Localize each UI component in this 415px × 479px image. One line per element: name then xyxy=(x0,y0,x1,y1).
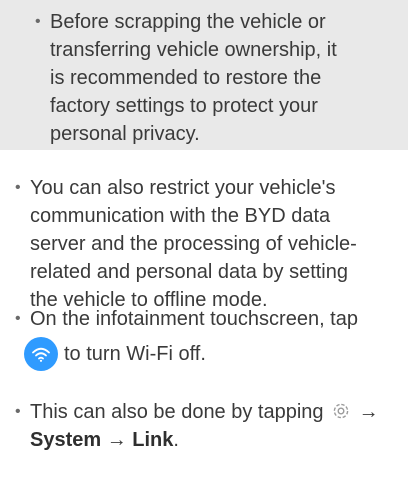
end-punctuation: . xyxy=(173,429,179,451)
link-label: Link xyxy=(132,429,174,451)
settings-path-bullet: • This can also be done by tapping → Sys… xyxy=(15,398,410,454)
note-bullet: • Before scrapping the vehicle or transf… xyxy=(35,8,350,148)
settings-path-prefix: This can also be done by tapping xyxy=(30,401,324,423)
offline-mode-text: You can also restrict your vehicle's com… xyxy=(30,177,357,311)
bullet-dot: • xyxy=(15,179,21,196)
arrow: → xyxy=(358,401,379,423)
wifi-off-prefix: On the infotainment touchscreen, tap xyxy=(30,308,358,330)
system-label: System xyxy=(30,429,102,451)
offline-mode-bullet: • You can also restrict your vehicle's c… xyxy=(15,174,360,314)
wifi-off-suffix: to turn Wi-Fi off. xyxy=(64,343,206,365)
wifi-icon xyxy=(24,337,58,371)
note-text: Before scrapping the vehicle or transfer… xyxy=(50,11,337,145)
wifi-row: to turn Wi-Fi off. xyxy=(24,333,405,375)
arrow: → xyxy=(106,429,127,451)
wifi-off-bullet: • On the infotainment touchscreen, tap t… xyxy=(15,305,405,375)
note-box: • Before scrapping the vehicle or transf… xyxy=(0,0,408,150)
bullet-dot: • xyxy=(15,403,21,420)
bullet-dot: • xyxy=(35,13,41,30)
bullet-dot: • xyxy=(15,310,21,327)
gear-icon xyxy=(333,403,349,419)
